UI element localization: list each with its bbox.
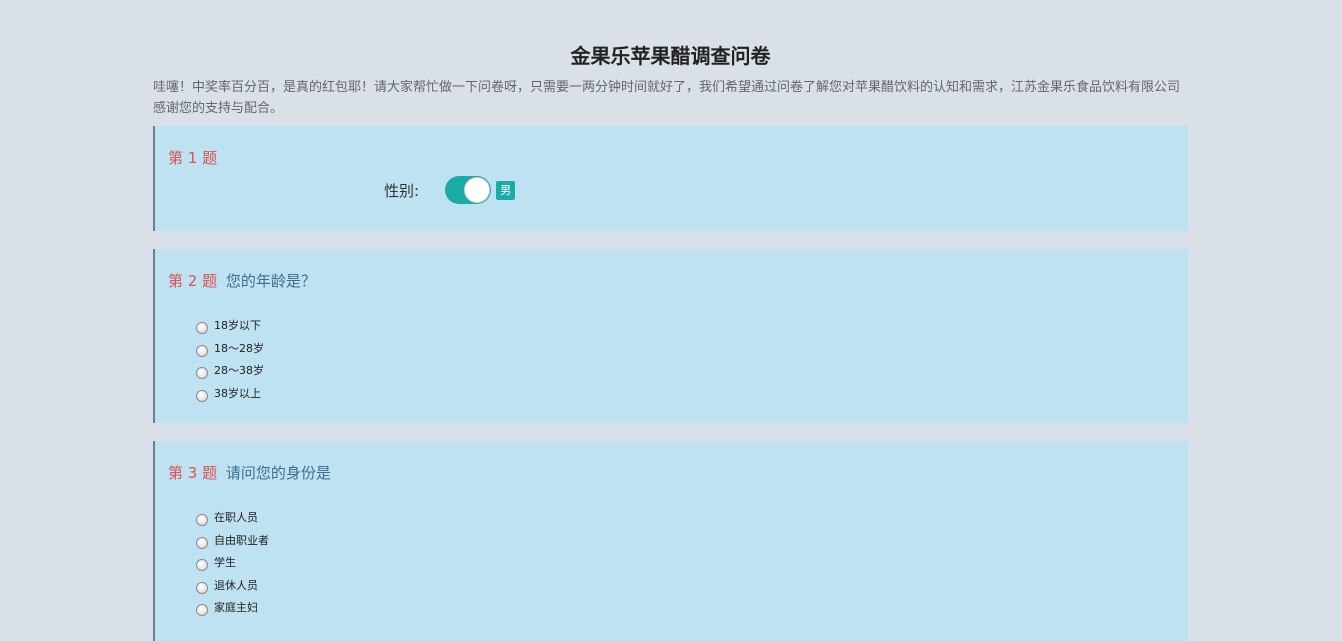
age-options: 18岁以下 18～28岁 28～38岁 38岁以上	[196, 315, 264, 405]
question-number: 第 3 题	[168, 464, 218, 482]
gender-row: 性别: 男	[384, 175, 516, 205]
survey-title: 金果乐苹果醋调查问卷	[570, 44, 771, 68]
age-option-over-38[interactable]: 38岁以上	[196, 383, 264, 406]
age-option-28-38[interactable]: 28～38岁	[196, 360, 264, 383]
survey-intro: 哇噻！中奖率百分百，是真的红包耶！请大家帮忙做一下问卷呀，只需要一两分钟时间就好…	[153, 80, 1181, 116]
option-label: 学生	[214, 556, 236, 570]
radio-button[interactable]	[196, 559, 208, 572]
identity-options: 在职人员 自由职业者 学生 退休人员 家庭主妇	[196, 507, 269, 620]
radio-button[interactable]	[196, 604, 208, 617]
option-label: 家庭主妇	[214, 601, 258, 615]
question-2-card: 第 2 题 您的年龄是？ 18岁以下 18～28岁 28～38岁 38岁以上	[153, 249, 1188, 423]
radio-button[interactable]	[196, 367, 208, 380]
gender-toggle[interactable]	[445, 176, 492, 204]
gender-value-badge: 男	[496, 180, 516, 200]
toggle-knob	[464, 177, 491, 203]
option-label: 28～38岁	[214, 364, 264, 378]
radio-button[interactable]	[196, 514, 208, 527]
option-label: 38岁以上	[214, 386, 261, 400]
identity-option-retired[interactable]: 退休人员	[196, 575, 269, 598]
question-2-header: 第 2 题 您的年龄是？	[168, 271, 316, 291]
option-label: 自由职业者	[214, 533, 269, 547]
option-label: 退休人员	[214, 578, 258, 592]
age-option-under-18[interactable]: 18岁以下	[196, 315, 264, 338]
radio-button[interactable]	[196, 581, 208, 594]
option-label: 18岁以下	[214, 319, 261, 333]
identity-option-employed[interactable]: 在职人员	[196, 507, 269, 530]
radio-button[interactable]	[196, 344, 208, 357]
age-option-18-28[interactable]: 18～28岁	[196, 338, 264, 361]
identity-option-student[interactable]: 学生	[196, 552, 269, 575]
question-number: 第 1 题	[168, 149, 218, 167]
question-3-card: 第 3 题 请问您的身份是 在职人员 自由职业者 学生 退休人员 家庭主妇	[153, 441, 1188, 641]
question-text: 您的年龄是？	[225, 272, 316, 290]
gender-label: 性别:	[384, 181, 420, 200]
radio-button[interactable]	[196, 322, 208, 335]
question-text: 请问您的身份是	[225, 464, 331, 482]
option-label: 18～28岁	[214, 341, 264, 355]
radio-button[interactable]	[196, 536, 208, 549]
identity-option-homemaker[interactable]: 家庭主妇	[196, 597, 269, 620]
question-3-header: 第 3 题 请问您的身份是	[168, 463, 331, 483]
option-label: 在职人员	[214, 511, 258, 525]
question-number: 第 2 题	[168, 272, 218, 290]
identity-option-freelancer[interactable]: 自由职业者	[196, 530, 269, 553]
radio-button[interactable]	[196, 389, 208, 402]
question-1-card: 第 1 题 性别: 男	[153, 126, 1188, 231]
survey-page: 金果乐苹果醋调查问卷 哇噻！中奖率百分百，是真的红包耶！请大家帮忙做一下问卷呀，…	[153, 0, 1188, 641]
question-1-header: 第 1 题	[168, 148, 217, 168]
